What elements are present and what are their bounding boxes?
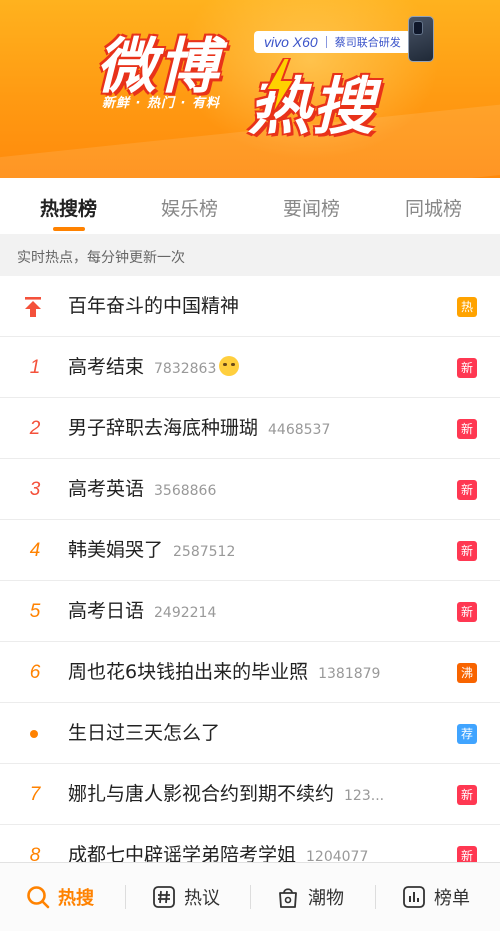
list-item[interactable]: 3 高考英语 3568866 新 xyxy=(0,459,500,520)
sponsor-tag: 蔡司联合研发 xyxy=(334,36,401,49)
bag-icon xyxy=(279,888,297,908)
pin-top-icon xyxy=(25,297,41,317)
bottom-nav: 热搜 热议 潮物 榜单 xyxy=(0,862,500,931)
heat-count: 123... xyxy=(344,788,385,804)
boil-badge: 沸 xyxy=(457,663,477,683)
new-badge: 新 xyxy=(457,358,477,378)
rank-number: 4 xyxy=(29,540,41,561)
nav-trend-goods[interactable]: 潮物 xyxy=(276,883,344,911)
rank-number: 1 xyxy=(29,357,41,378)
sponsor-divider xyxy=(325,36,327,48)
search-icon xyxy=(27,886,50,909)
rank-number: 3 xyxy=(29,479,41,500)
list-item-title: 高考英语 3568866 xyxy=(68,478,217,500)
ranking-tabs: 热搜榜 娱乐榜 要闻榜 同城榜 xyxy=(0,178,500,234)
chart-icon xyxy=(403,886,425,908)
list-item[interactable]: 1 高考结束 7832863 新 xyxy=(0,337,500,398)
rank-number: 7 xyxy=(29,784,41,805)
heat-count: 4468537 xyxy=(268,422,331,438)
list-item[interactable]: 2 男子辞职去海底种珊瑚 4468537 新 xyxy=(0,398,500,459)
list-item[interactable]: 百年奋斗的中国精神 热 xyxy=(0,276,500,337)
tab-hot-search[interactable]: 热搜榜 xyxy=(40,194,97,221)
list-item-title: 百年奋斗的中国精神 xyxy=(68,295,240,317)
heat-count: 1381879 xyxy=(318,666,381,682)
list-item-title: 娜扎与唐人影视合约到期不续约 123... xyxy=(68,783,385,805)
rank-number: 5 xyxy=(29,601,41,622)
nav-label: 榜单 xyxy=(434,888,470,909)
crying-face-emoji-icon xyxy=(219,356,240,376)
list-item[interactable]: 6 周也花6块钱拍出来的毕业照 1381879 沸 xyxy=(0,642,500,703)
nav-divider xyxy=(250,885,251,909)
phone-product-icon xyxy=(408,16,434,62)
tab-entertainment[interactable]: 娱乐榜 xyxy=(161,194,218,221)
nav-label: 潮物 xyxy=(308,888,344,909)
recommend-badge: 荐 xyxy=(457,724,477,744)
rank-number: 2 xyxy=(29,418,41,439)
new-badge: 新 xyxy=(457,785,477,805)
list-item[interactable]: 4 韩美娟哭了 2587512 新 xyxy=(0,520,500,581)
tab-news[interactable]: 要闻榜 xyxy=(283,194,340,221)
list-item[interactable]: 生日过三天怎么了 荐 xyxy=(0,703,500,764)
nav-label: 热搜 xyxy=(58,888,94,909)
nav-discuss[interactable]: 热议 xyxy=(152,883,220,911)
heat-count: 3568866 xyxy=(154,483,217,499)
nav-hot-search[interactable]: 热搜 xyxy=(26,883,94,911)
banner-tagline: 新鲜 · 热门 · 有料 xyxy=(102,96,220,111)
nav-divider xyxy=(375,885,376,909)
nav-divider xyxy=(125,885,126,909)
hot-search-banner: 微博 热搜 新鲜 · 热门 · 有料 vivo X60 蔡司联合研发 xyxy=(0,0,500,178)
dot-icon xyxy=(30,730,38,738)
heat-count: 2587512 xyxy=(173,544,236,560)
sponsor-brand: vivo X60 xyxy=(264,34,318,50)
list-item-title: 生日过三天怎么了 xyxy=(68,722,221,744)
heat-count: 7832863 xyxy=(154,361,217,377)
new-badge: 新 xyxy=(457,602,477,622)
new-badge: 新 xyxy=(457,541,477,561)
sponsor-badge[interactable]: vivo X60 蔡司联合研发 xyxy=(254,31,411,53)
list-item[interactable]: 7 娜扎与唐人影视合约到期不续约 123... 新 xyxy=(0,764,500,825)
list-subtitle: 实时热点，每分钟更新一次 xyxy=(0,234,500,276)
tab-local[interactable]: 同城榜 xyxy=(405,194,462,221)
list-item-title: 男子辞职去海底种珊瑚 4468537 xyxy=(68,417,331,439)
heat-count: 2492214 xyxy=(154,605,217,621)
list-item-title: 周也花6块钱拍出来的毕业照 1381879 xyxy=(68,661,381,683)
lightning-icon xyxy=(264,58,296,116)
new-badge: 新 xyxy=(457,419,477,439)
nav-rankings[interactable]: 榜单 xyxy=(402,883,470,911)
nav-label: 热议 xyxy=(184,888,220,909)
new-badge: 新 xyxy=(457,480,477,500)
rank-number: 6 xyxy=(29,662,41,683)
hashtag-icon xyxy=(153,886,175,908)
list-item[interactable]: 5 高考日语 2492214 新 xyxy=(0,581,500,642)
list-item-title: 高考结束 7832863 xyxy=(68,337,240,398)
list-item-title: 韩美娟哭了 2587512 xyxy=(68,539,236,561)
list-item-title: 高考日语 2492214 xyxy=(68,600,217,622)
hot-badge: 热 xyxy=(457,297,477,317)
